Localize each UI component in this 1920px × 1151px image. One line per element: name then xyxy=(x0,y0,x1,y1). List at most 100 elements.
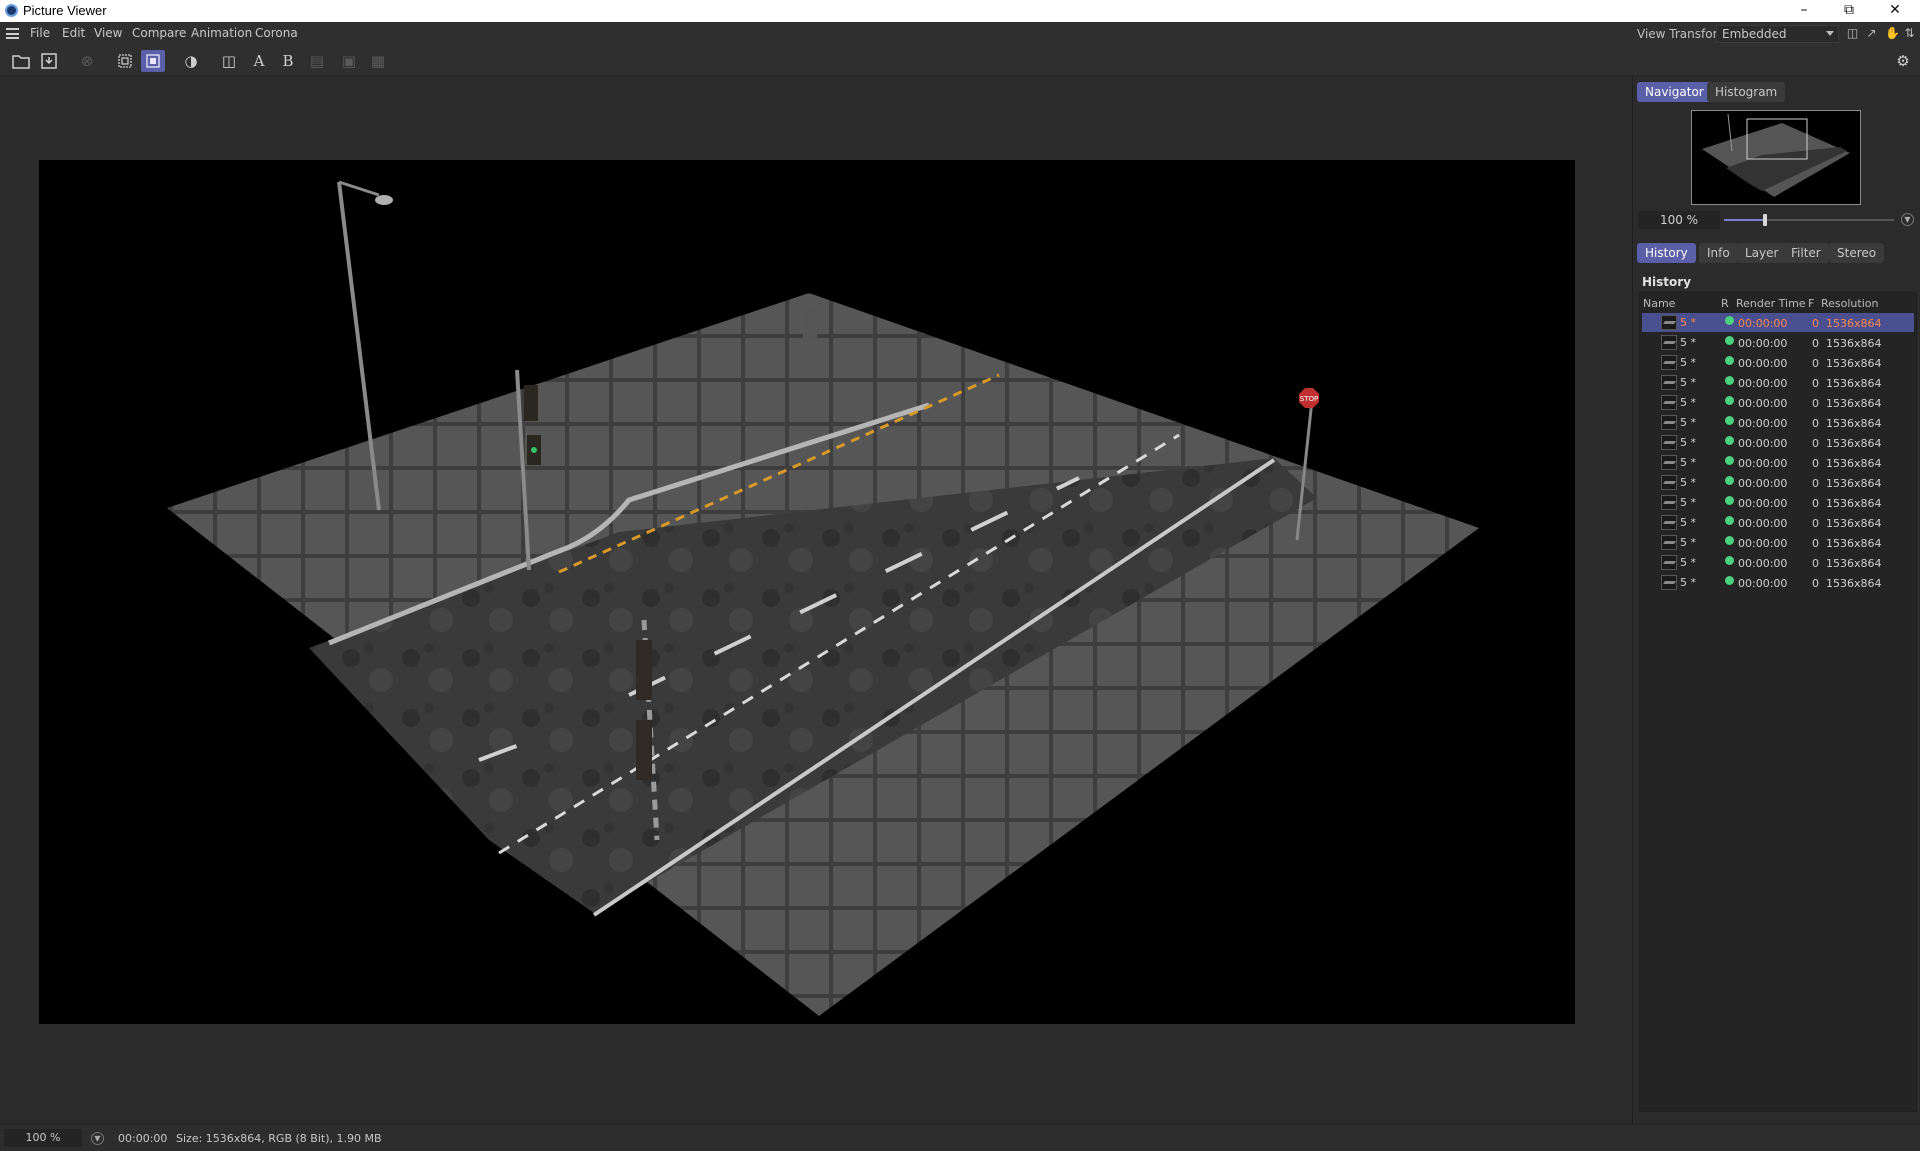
minimize-button[interactable]: – xyxy=(1781,0,1827,22)
history-row[interactable]: 5 * 00:00:00 0 1536x864 xyxy=(1642,573,1914,592)
history-row[interactable]: 5 * 00:00:00 0 1536x864 xyxy=(1642,353,1914,372)
status-dot-icon xyxy=(1725,416,1734,425)
render-thumbnail-icon xyxy=(1661,375,1677,390)
history-row-frame: 0 xyxy=(1812,317,1819,330)
zoom-menu-icon[interactable]: ▼ xyxy=(1901,213,1914,226)
history-row-resolution: 1536x864 xyxy=(1826,537,1882,550)
render-thumbnail-icon xyxy=(1661,535,1677,550)
status-dot-icon xyxy=(1725,396,1734,405)
tab-stereo[interactable]: Stereo xyxy=(1829,243,1885,263)
contrast-icon[interactable]: ◑ xyxy=(179,50,203,72)
open-folder-icon[interactable] xyxy=(9,50,33,72)
col-r[interactable]: R xyxy=(1721,297,1729,310)
history-row-frame: 0 xyxy=(1812,377,1819,390)
menu-edit[interactable]: Edit xyxy=(62,26,85,40)
history-row[interactable]: 5 * 00:00:00 0 1536x864 xyxy=(1642,553,1914,572)
render-thumbnail-icon xyxy=(1661,335,1677,350)
history-row-render-time: 00:00:00 xyxy=(1738,437,1788,450)
history-row-name: 5 * xyxy=(1680,376,1696,389)
full-render-icon[interactable] xyxy=(141,50,165,72)
render-thumbnail-icon xyxy=(1661,555,1677,570)
col-f[interactable]: F xyxy=(1808,297,1814,310)
render-thumbnail-icon xyxy=(1661,475,1677,490)
status-dot-icon xyxy=(1725,536,1734,545)
app-icon xyxy=(5,4,18,17)
history-row[interactable]: 5 * 00:00:00 0 1536x864 xyxy=(1642,493,1914,512)
menu-file[interactable]: File xyxy=(30,26,50,40)
col-render-time[interactable]: Render Time xyxy=(1736,297,1806,310)
status-bar: 100 % ▼ 00:00:00 Size: 1536x864, RGB (8 … xyxy=(0,1124,1920,1151)
history-row[interactable]: 5 * 00:00:00 0 1536x864 xyxy=(1642,313,1914,332)
history-row-name: 5 * xyxy=(1680,516,1696,529)
tab-filter[interactable]: Filter xyxy=(1783,243,1829,263)
swap-ab-icon[interactable]: ▤ xyxy=(305,50,329,72)
hamburger-menu-icon[interactable] xyxy=(6,28,19,39)
window-title: Picture Viewer xyxy=(23,3,107,18)
overlay-icon[interactable]: ▣ xyxy=(337,50,361,72)
set-b-button[interactable]: B xyxy=(276,50,300,72)
render-thumbnail-icon xyxy=(1661,355,1677,370)
menu-view[interactable]: View xyxy=(94,26,122,40)
history-row-name: 5 * xyxy=(1680,336,1696,349)
history-row-render-time: 00:00:00 xyxy=(1738,557,1788,570)
status-zoom-menu-icon[interactable]: ▼ xyxy=(91,1132,104,1145)
history-row[interactable]: 5 * 00:00:00 0 1536x864 xyxy=(1642,333,1914,352)
status-dot-icon xyxy=(1725,376,1734,385)
view-transform-select[interactable]: Embedded xyxy=(1716,25,1839,43)
menu-corona[interactable]: Corona xyxy=(255,26,298,40)
navigator-zoom-field[interactable]: 100 % xyxy=(1638,211,1720,229)
difference-icon[interactable]: ▦ xyxy=(366,50,390,72)
hand-icon[interactable]: ✋ xyxy=(1885,26,1900,41)
col-resolution[interactable]: Resolution xyxy=(1821,297,1878,310)
render-viewport[interactable]: STOP xyxy=(0,77,1632,1124)
toolbar: ⊗ ◑ ◫ A B ▤ ▣ ▦ ⚙ xyxy=(0,46,1920,76)
history-row-name: 5 * xyxy=(1680,496,1696,509)
history-row[interactable]: 5 * 00:00:00 0 1536x864 xyxy=(1642,533,1914,552)
status-dot-icon xyxy=(1725,436,1734,445)
settings-gear-icon[interactable]: ⚙ xyxy=(1891,50,1915,72)
zoom-slider[interactable] xyxy=(1724,214,1894,226)
history-row[interactable]: 5 * 00:00:00 0 1536x864 xyxy=(1642,453,1914,472)
status-dot-icon xyxy=(1725,316,1734,325)
menu-compare[interactable]: Compare xyxy=(132,26,186,40)
tab-layer[interactable]: Layer xyxy=(1737,243,1787,263)
history-row[interactable]: 5 * 00:00:00 0 1536x864 xyxy=(1642,473,1914,492)
history-row-name: 5 * xyxy=(1680,356,1696,369)
side-panel: Navigator Histogram 100 % ▼ History Info… xyxy=(1632,77,1920,1124)
tab-navigator[interactable]: Navigator xyxy=(1637,82,1712,102)
save-icon[interactable] xyxy=(37,50,61,72)
history-row[interactable]: 5 * 00:00:00 0 1536x864 xyxy=(1642,373,1914,392)
render-thumbnail-icon xyxy=(1661,495,1677,510)
navigator-thumbnail[interactable] xyxy=(1691,110,1861,205)
col-name[interactable]: Name xyxy=(1643,297,1675,310)
history-row-render-time: 00:00:00 xyxy=(1738,377,1788,390)
pin-icon[interactable]: ⇅ xyxy=(1902,26,1917,41)
history-row-resolution: 1536x864 xyxy=(1826,477,1882,490)
render-thumbnail-icon xyxy=(1661,315,1677,330)
history-row-resolution: 1536x864 xyxy=(1826,577,1882,590)
restore-button[interactable]: ⧉ xyxy=(1826,0,1872,22)
title-bar: Picture Viewer – ⧉ ✕ xyxy=(0,0,1920,22)
tab-history[interactable]: History xyxy=(1637,243,1696,263)
history-row[interactable]: 5 * 00:00:00 0 1536x864 xyxy=(1642,513,1914,532)
close-button[interactable]: ✕ xyxy=(1872,0,1918,22)
split-view-icon[interactable]: ◫ xyxy=(1845,26,1860,41)
open-external-icon[interactable]: ↗ xyxy=(1864,26,1879,41)
history-row[interactable]: 5 * 00:00:00 0 1536x864 xyxy=(1642,413,1914,432)
history-row-name: 5 * xyxy=(1680,556,1696,569)
region-render-icon[interactable] xyxy=(113,50,137,72)
menu-animation[interactable]: Animation xyxy=(191,26,252,40)
history-row[interactable]: 5 * 00:00:00 0 1536x864 xyxy=(1642,393,1914,412)
status-zoom-field[interactable]: 100 % xyxy=(4,1129,82,1147)
set-a-button[interactable]: A xyxy=(247,50,271,72)
ab-compare-icon[interactable]: ◫ xyxy=(217,50,241,72)
history-row-resolution: 1536x864 xyxy=(1826,417,1882,430)
history-row[interactable]: 5 * 00:00:00 0 1536x864 xyxy=(1642,433,1914,452)
history-row-name: 5 * xyxy=(1680,536,1696,549)
status-render-time: 00:00:00 xyxy=(118,1132,168,1145)
zoom-slider-handle[interactable] xyxy=(1762,214,1767,226)
history-row-frame: 0 xyxy=(1812,397,1819,410)
tab-histogram[interactable]: Histogram xyxy=(1707,82,1786,102)
stop-render-icon[interactable]: ⊗ xyxy=(75,50,99,72)
tab-info[interactable]: Info xyxy=(1699,243,1738,263)
